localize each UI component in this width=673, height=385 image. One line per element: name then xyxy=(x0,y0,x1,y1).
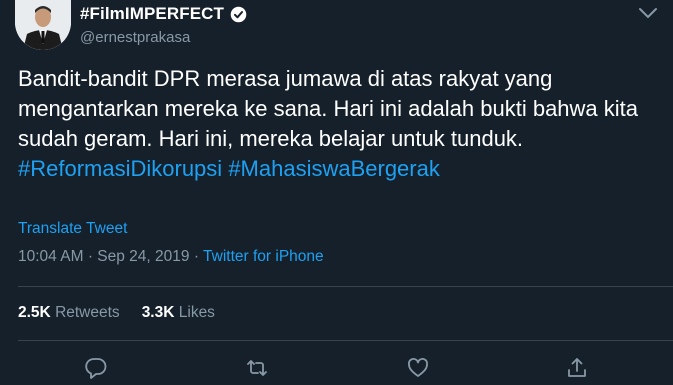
reply-icon[interactable] xyxy=(84,356,108,380)
tweet-time[interactable]: 10:04 AM xyxy=(18,248,84,265)
verified-badge-icon xyxy=(230,6,247,23)
divider xyxy=(18,286,673,287)
likes-count: 3.3K xyxy=(141,304,175,321)
tweet-stats: 2.5K Retweets 3.3K Likes xyxy=(18,304,215,322)
user-handle[interactable]: @ernestprakasa xyxy=(80,29,247,46)
heart-icon[interactable] xyxy=(406,356,430,380)
tweet-date[interactable]: Sep 24, 2019 xyxy=(97,248,189,265)
likes-stat[interactable]: 3.3K Likes xyxy=(142,304,215,322)
action-bar xyxy=(0,356,673,379)
tweet-header: #FilmIMPERFECT @ernestprakasa xyxy=(80,4,247,46)
retweets-stat[interactable]: 2.5K Retweets xyxy=(18,304,120,322)
hashtag-link[interactable]: #MahasiswaBergerak xyxy=(228,156,440,181)
translate-tweet-link[interactable]: Translate Tweet xyxy=(18,220,127,238)
hashtag-link[interactable]: #ReformasiDikorupsi xyxy=(18,156,222,181)
divider xyxy=(18,340,673,341)
tweet-text: Bandit-bandit DPR merasa jumawa di atas … xyxy=(18,64,658,184)
likes-label: Likes xyxy=(178,304,215,321)
retweets-count: 2.5K xyxy=(18,304,51,321)
meta-separator: · xyxy=(87,248,93,265)
avatar[interactable] xyxy=(15,0,71,50)
retweet-icon[interactable] xyxy=(245,356,269,380)
share-icon[interactable] xyxy=(565,356,589,380)
tweet-source-link[interactable]: Twitter for iPhone xyxy=(203,248,324,265)
retweets-label: Retweets xyxy=(55,304,120,321)
display-name[interactable]: #FilmIMPERFECT xyxy=(80,4,224,24)
chevron-down-icon[interactable] xyxy=(635,6,661,20)
tweet-meta: 10:04 AM · Sep 24, 2019 · Twitter for iP… xyxy=(18,248,324,266)
tweet-body: Bandit-bandit DPR merasa jumawa di atas … xyxy=(18,66,639,151)
meta-separator: · xyxy=(193,248,200,265)
